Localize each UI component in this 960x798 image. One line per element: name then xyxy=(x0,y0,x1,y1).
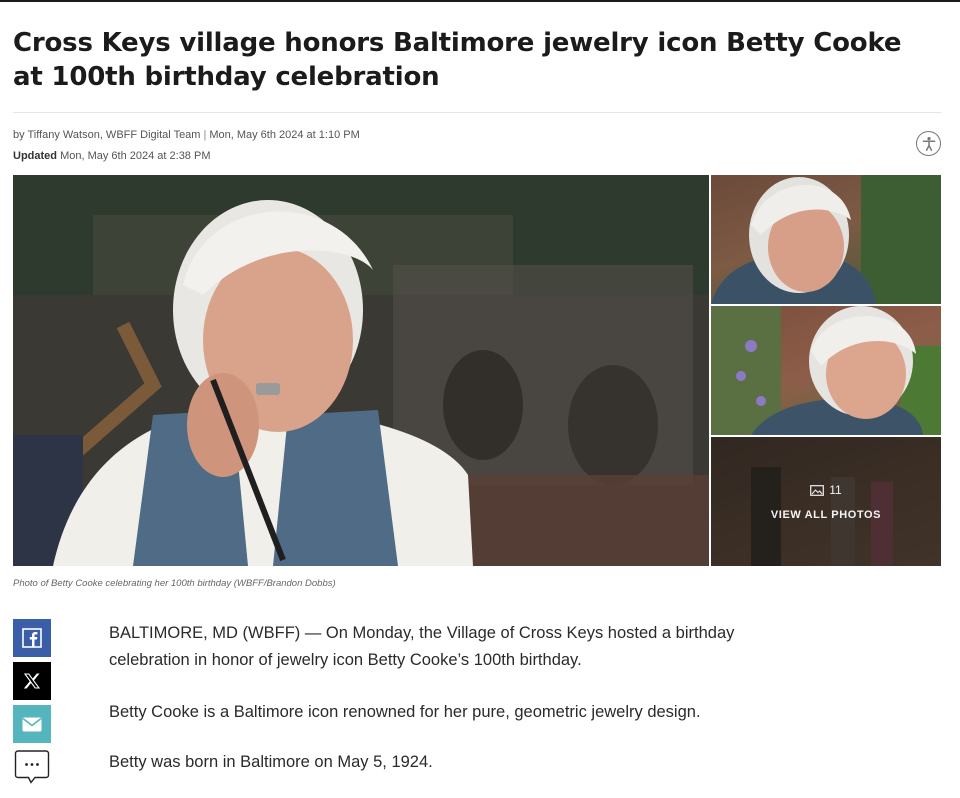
thumbnail-overlay xyxy=(711,437,941,566)
view-all-photos-tile[interactable]: 11 VIEW ALL PHOTOS xyxy=(711,437,941,566)
updated-label: Updated xyxy=(13,150,57,162)
x-icon xyxy=(23,673,41,689)
more-icon xyxy=(14,750,50,784)
facebook-icon xyxy=(22,628,42,648)
article-headline: Cross Keys village honors Baltimore jewe… xyxy=(13,28,902,92)
byline-separator: | xyxy=(203,129,207,141)
article-paragraph: Betty Cooke is a Baltimore icon renowned… xyxy=(109,703,701,721)
top-rule xyxy=(0,0,960,2)
updated-timestamp: Updated Mon, May 6th 2024 at 2:38 PM xyxy=(13,150,210,162)
gallery-thumbnail[interactable] xyxy=(711,175,941,304)
thumbnail-illustration xyxy=(711,175,941,304)
facebook-share-button[interactable] xyxy=(13,619,51,657)
accessibility-button[interactable] xyxy=(916,131,941,156)
accessibility-icon xyxy=(922,136,935,151)
email-share-button[interactable] xyxy=(13,705,51,743)
byline-author: by Tiffany Watson, WBFF Digital Team xyxy=(13,129,201,141)
byline: by Tiffany Watson, WBFF Digital Team | Mon… xyxy=(13,129,360,141)
headline-divider xyxy=(13,112,941,113)
photo-count: 11 xyxy=(711,483,941,497)
gallery-thumbnail[interactable] xyxy=(711,306,941,435)
more-share-button[interactable] xyxy=(13,748,51,786)
article-paragraph: Betty was born in Baltimore on May 5, 19… xyxy=(109,753,433,771)
byline-published: Mon, May 6th 2024 at 1:10 PM xyxy=(209,129,360,141)
x-share-button[interactable] xyxy=(13,662,51,700)
article-paragraph: BALTIMORE, MD (WBFF) — On Monday, the Vi… xyxy=(109,624,735,669)
image-icon xyxy=(810,484,825,496)
view-all-photos-button[interactable]: VIEW ALL PHOTOS xyxy=(711,509,941,521)
photo-count-value: 11 xyxy=(829,483,842,497)
photo-caption: Photo of Betty Cooke celebrating her 100… xyxy=(13,578,336,589)
updated-time: Mon, May 6th 2024 at 2:38 PM xyxy=(60,150,211,162)
hero-photo[interactable] xyxy=(13,175,709,566)
thumbnail-illustration xyxy=(711,306,941,435)
email-icon xyxy=(22,717,42,731)
hero-photo-illustration xyxy=(13,175,709,566)
